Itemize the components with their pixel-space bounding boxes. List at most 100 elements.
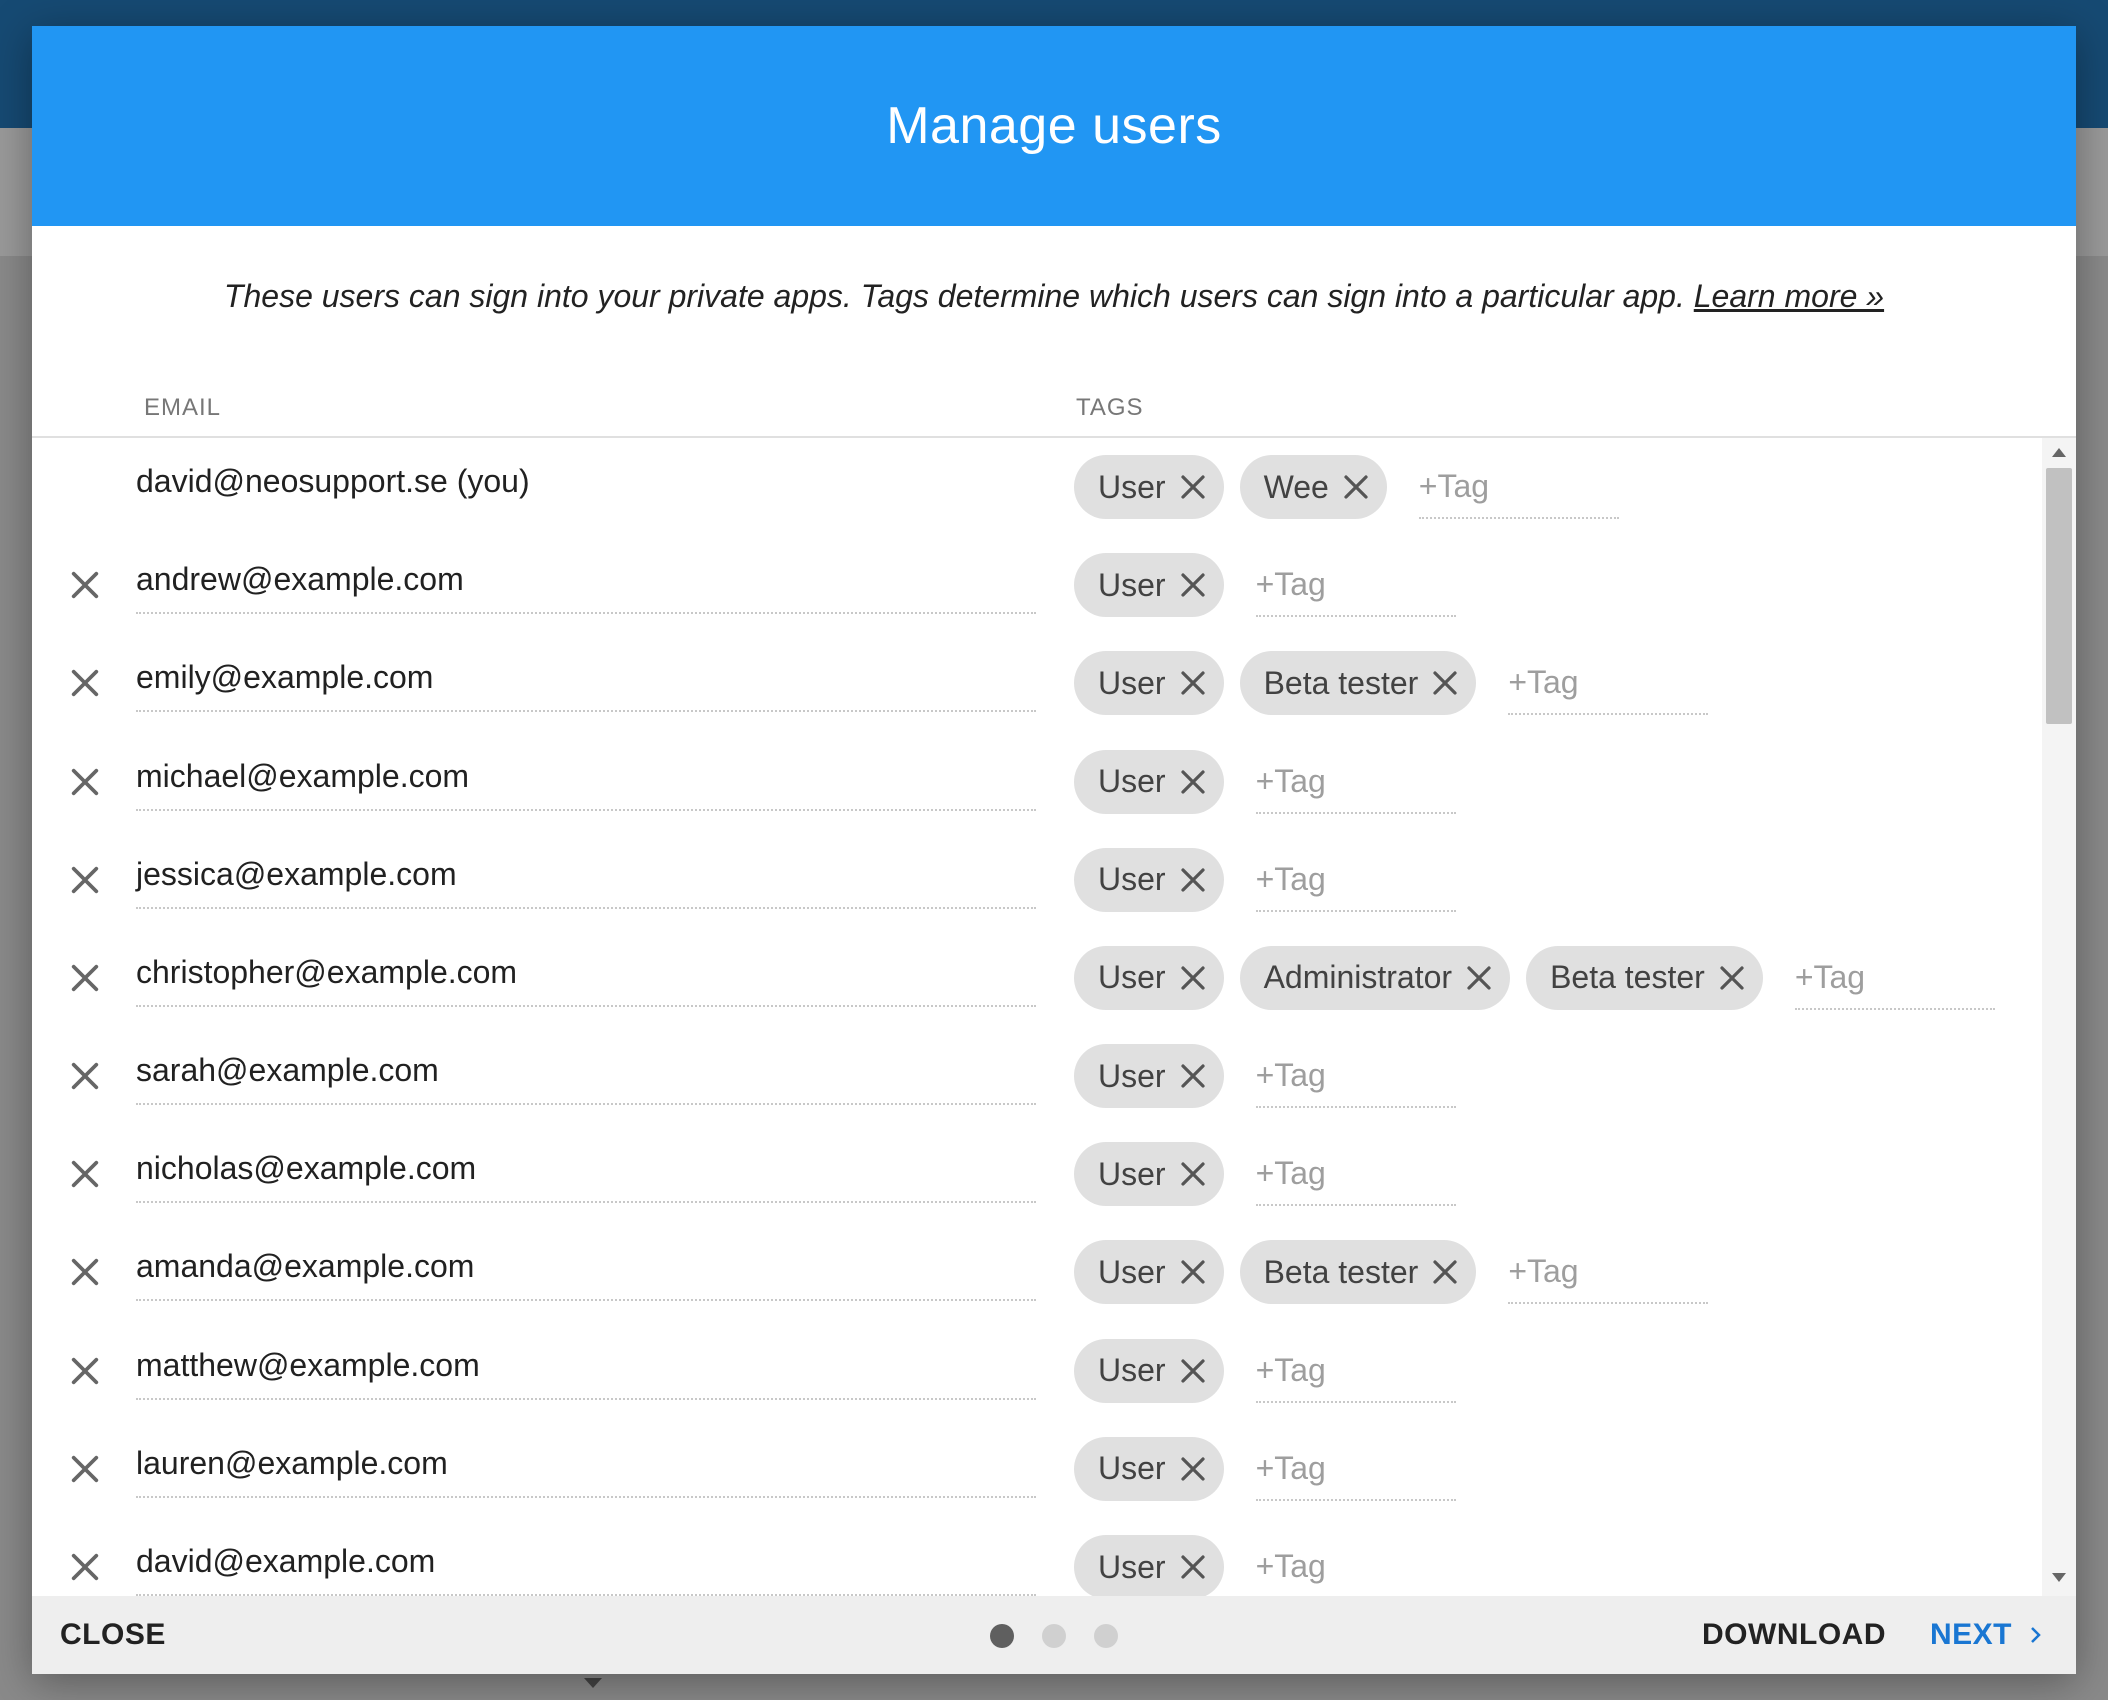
remove-tag-button[interactable] bbox=[1176, 1157, 1210, 1191]
tag-chip-label: User bbox=[1098, 566, 1166, 603]
tag-chip: User bbox=[1074, 847, 1224, 912]
close-button[interactable]: CLOSE bbox=[60, 1596, 166, 1674]
email-field[interactable]: christopher@example.com bbox=[136, 939, 1036, 1007]
close-icon bbox=[1178, 472, 1208, 502]
remove-user-button[interactable] bbox=[66, 1253, 104, 1291]
remove-tag-button[interactable] bbox=[1462, 961, 1496, 995]
add-tag-input[interactable]: +Tag bbox=[1255, 1437, 1456, 1501]
tag-chip: User bbox=[1074, 1436, 1224, 1501]
add-tag-input[interactable]: +Tag bbox=[1255, 848, 1456, 912]
learn-more-link[interactable]: Learn more » bbox=[1694, 278, 1884, 314]
user-row: david@neosupport.se (you) User Wee +Tag bbox=[32, 438, 2042, 536]
tag-chip: User bbox=[1074, 1142, 1224, 1207]
remove-tag-button[interactable] bbox=[1339, 470, 1373, 504]
tag-list: User +Tag bbox=[1074, 552, 1456, 618]
tag-list: User +Tag bbox=[1074, 1534, 1456, 1596]
next-button[interactable]: NEXT bbox=[1930, 1596, 2042, 1674]
email-field[interactable]: andrew@example.com bbox=[136, 546, 1036, 615]
remove-tag-button[interactable] bbox=[1176, 1550, 1210, 1584]
remove-user-button[interactable] bbox=[66, 959, 104, 997]
remove-user-button[interactable] bbox=[66, 861, 104, 899]
tag-chip: User bbox=[1074, 1535, 1224, 1596]
remove-user-button[interactable] bbox=[66, 1548, 104, 1586]
add-tag-input[interactable]: +Tag bbox=[1508, 651, 1709, 716]
scroll-down-arrow-icon[interactable] bbox=[2052, 1573, 2066, 1582]
remove-tag-button[interactable] bbox=[1176, 765, 1210, 799]
close-icon bbox=[1178, 1257, 1208, 1287]
remove-user-button[interactable] bbox=[66, 1057, 104, 1095]
tag-chip-label: User bbox=[1098, 468, 1166, 505]
close-icon bbox=[68, 1255, 102, 1289]
tag-chip: Beta tester bbox=[1239, 1240, 1477, 1305]
remove-tag-button[interactable] bbox=[1428, 1255, 1462, 1289]
close-icon bbox=[1178, 1552, 1208, 1582]
user-row: michael@example.com User +Tag bbox=[32, 733, 2042, 831]
close-icon bbox=[68, 863, 102, 897]
email-field[interactable]: amanda@example.com bbox=[136, 1233, 1036, 1302]
user-list-scrollbar[interactable] bbox=[2042, 438, 2076, 1596]
manage-users-dialog: Manage users These users can sign into y… bbox=[32, 26, 2076, 1674]
user-row: andrew@example.com User +Tag bbox=[32, 536, 2042, 634]
tag-list: User Wee +Tag bbox=[1074, 454, 1619, 520]
column-header-email: EMAIL bbox=[144, 394, 222, 421]
email-field[interactable]: michael@example.com bbox=[136, 743, 1036, 811]
add-tag-input[interactable]: +Tag bbox=[1794, 946, 1995, 1010]
scroll-up-arrow-icon[interactable] bbox=[2052, 448, 2066, 457]
close-icon bbox=[68, 1354, 102, 1388]
remove-tag-button[interactable] bbox=[1176, 1059, 1210, 1093]
close-icon bbox=[1178, 668, 1208, 698]
add-tag-input[interactable]: +Tag bbox=[1255, 1044, 1456, 1109]
remove-tag-button[interactable] bbox=[1176, 1255, 1210, 1289]
tag-chip-label: User bbox=[1098, 1057, 1166, 1094]
tag-chip-label: User bbox=[1098, 959, 1166, 996]
email-field[interactable]: matthew@example.com bbox=[136, 1332, 1036, 1400]
download-button[interactable]: DOWNLOAD bbox=[1702, 1596, 1886, 1674]
remove-user-button[interactable] bbox=[66, 1155, 104, 1193]
email-field[interactable]: david@example.com bbox=[136, 1528, 1036, 1596]
remove-user-button[interactable] bbox=[66, 1450, 104, 1488]
email-field[interactable]: jessica@example.com bbox=[136, 841, 1036, 909]
close-icon bbox=[1178, 767, 1208, 797]
remove-tag-button[interactable] bbox=[1176, 470, 1210, 504]
remove-tag-button[interactable] bbox=[1176, 666, 1210, 700]
remove-tag-button[interactable] bbox=[1176, 568, 1210, 602]
step-dot bbox=[1094, 1624, 1118, 1648]
email-field[interactable]: lauren@example.com bbox=[136, 1430, 1036, 1498]
email-field[interactable]: nicholas@example.com bbox=[136, 1135, 1036, 1204]
tag-list: User Beta tester +Tag bbox=[1074, 1239, 1709, 1305]
email-field[interactable]: sarah@example.com bbox=[136, 1037, 1036, 1106]
step-dot bbox=[990, 1624, 1014, 1648]
remove-tag-button[interactable] bbox=[1715, 961, 1749, 995]
remove-tag-button[interactable] bbox=[1176, 1354, 1210, 1388]
email-field[interactable]: emily@example.com bbox=[136, 644, 1036, 713]
tag-list: User +Tag bbox=[1074, 1436, 1456, 1502]
tag-chip-label: Beta tester bbox=[1263, 664, 1419, 701]
remove-tag-button[interactable] bbox=[1176, 1452, 1210, 1486]
add-tag-input[interactable]: +Tag bbox=[1418, 455, 1619, 519]
scroll-thumb[interactable] bbox=[2046, 468, 2072, 724]
tag-chip: User bbox=[1074, 1240, 1224, 1305]
remove-user-button[interactable] bbox=[66, 664, 104, 702]
remove-user-button[interactable] bbox=[66, 566, 104, 604]
add-tag-input[interactable]: +Tag bbox=[1255, 553, 1456, 618]
remove-tag-button[interactable] bbox=[1176, 961, 1210, 995]
add-tag-input[interactable]: +Tag bbox=[1508, 1240, 1709, 1305]
add-tag-input[interactable]: +Tag bbox=[1256, 1535, 1456, 1596]
close-icon bbox=[1464, 963, 1494, 993]
remove-tag-button[interactable] bbox=[1428, 666, 1462, 700]
tag-chip-label: User bbox=[1098, 1155, 1166, 1192]
add-tag-input[interactable]: +Tag bbox=[1255, 750, 1456, 814]
user-row: christopher@example.com User Administrator… bbox=[32, 929, 2042, 1027]
remove-tag-button[interactable] bbox=[1176, 863, 1210, 897]
remove-user-button[interactable] bbox=[66, 1352, 104, 1390]
close-icon bbox=[68, 1550, 102, 1584]
close-icon bbox=[68, 568, 102, 602]
user-list[interactable]: david@neosupport.se (you) User Wee +Tag andr… bbox=[32, 438, 2076, 1596]
user-row: david@example.com User +Tag bbox=[32, 1518, 2042, 1596]
intro-text: These users can sign into your private a… bbox=[223, 278, 1685, 314]
remove-user-button[interactable] bbox=[66, 763, 104, 801]
add-tag-input[interactable]: +Tag bbox=[1255, 1339, 1456, 1403]
tag-chip: User bbox=[1074, 749, 1224, 814]
add-tag-input[interactable]: +Tag bbox=[1255, 1142, 1456, 1207]
tag-chip: User bbox=[1074, 1338, 1224, 1403]
